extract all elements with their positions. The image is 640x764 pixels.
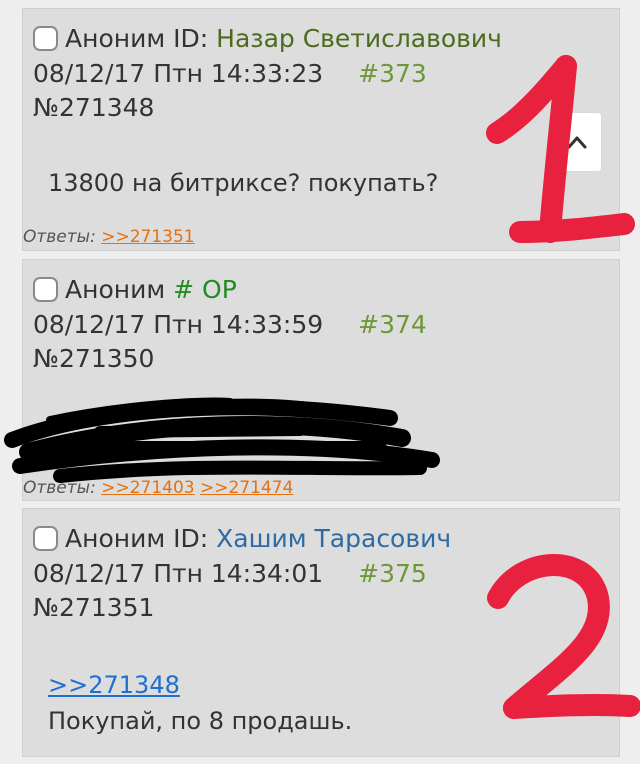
select-checkbox[interactable] xyxy=(33,26,58,51)
id-label: ID: xyxy=(173,524,209,553)
post-datetime: 08/12/17 Птн 14:33:23 xyxy=(33,59,324,88)
quote-link[interactable]: >>271348 xyxy=(48,671,180,699)
replies-line: Ответы: >>271403 >>271474 xyxy=(23,478,293,498)
post-number[interactable]: №271348 xyxy=(33,93,154,122)
replies-label: Ответы: xyxy=(23,227,96,247)
select-checkbox[interactable] xyxy=(33,277,58,302)
post-header: Аноним ID: Назар Светиславович 08/12/17 … xyxy=(23,9,619,136)
post-header: Аноним ID: Хашим Тарасович 08/12/17 Птн … xyxy=(23,509,619,636)
post-number[interactable]: №271350 xyxy=(33,344,154,373)
poster-name: Аноним xyxy=(65,524,166,553)
replies-label: Ответы: xyxy=(23,478,96,498)
post-374: Аноним # OP 08/12/17 Птн 14:33:59 #374 №… xyxy=(22,259,620,501)
poster-id: Назар Светиславович xyxy=(216,24,502,53)
post-375: Аноним ID: Хашим Тарасович 08/12/17 Птн … xyxy=(22,508,620,757)
poster-name: Аноним xyxy=(65,275,166,304)
replies-line: Ответы: >>271351 xyxy=(23,227,195,247)
scroll-up-button[interactable] xyxy=(550,112,602,172)
post-373: Аноним ID: Назар Светиславович 08/12/17 … xyxy=(22,8,620,251)
chevron-up-icon xyxy=(567,136,587,149)
poster-id: Хашим Тарасович xyxy=(216,524,452,553)
post-datetime: 08/12/17 Птн 14:34:01 xyxy=(33,559,324,588)
reply-link[interactable]: >>271351 xyxy=(101,227,194,247)
poster-name: Аноним xyxy=(65,24,166,53)
post-datetime: 08/12/17 Птн 14:33:59 xyxy=(33,310,324,339)
post-index[interactable]: #374 xyxy=(358,310,427,339)
post-message: Покупай, по 8 продашь. xyxy=(48,707,353,735)
reply-link[interactable]: >>271474 xyxy=(200,478,293,498)
op-tripcode: # OP xyxy=(173,275,237,304)
id-label: ID: xyxy=(173,24,209,53)
post-message: 13800 на битриксе? покупать? xyxy=(48,169,439,197)
post-header: Аноним # OP 08/12/17 Птн 14:33:59 #374 №… xyxy=(23,260,619,387)
post-number[interactable]: №271351 xyxy=(33,593,154,622)
post-message-body: >>271348 Покупай, по 8 продашь. xyxy=(48,667,352,739)
select-checkbox[interactable] xyxy=(33,526,58,551)
reply-link[interactable]: >>271403 xyxy=(101,478,194,498)
post-index[interactable]: #373 xyxy=(358,59,427,88)
post-index[interactable]: #375 xyxy=(358,559,427,588)
